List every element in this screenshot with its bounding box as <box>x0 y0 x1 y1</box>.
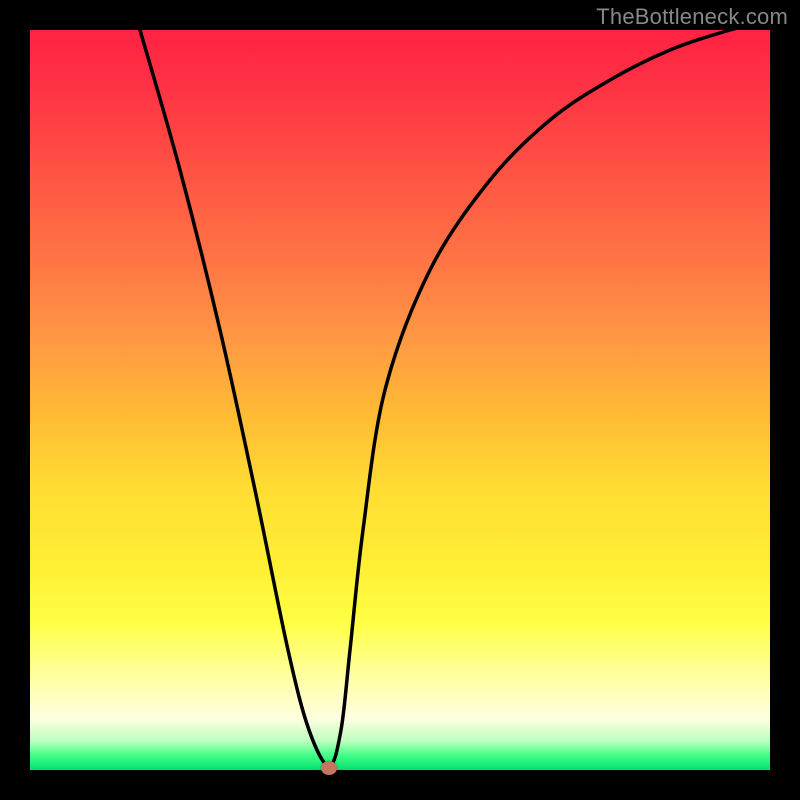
chart-container: TheBottleneck.com <box>0 0 800 800</box>
watermark-text: TheBottleneck.com <box>596 4 788 30</box>
optimal-marker <box>321 761 337 775</box>
bottleneck-curve <box>0 0 800 800</box>
